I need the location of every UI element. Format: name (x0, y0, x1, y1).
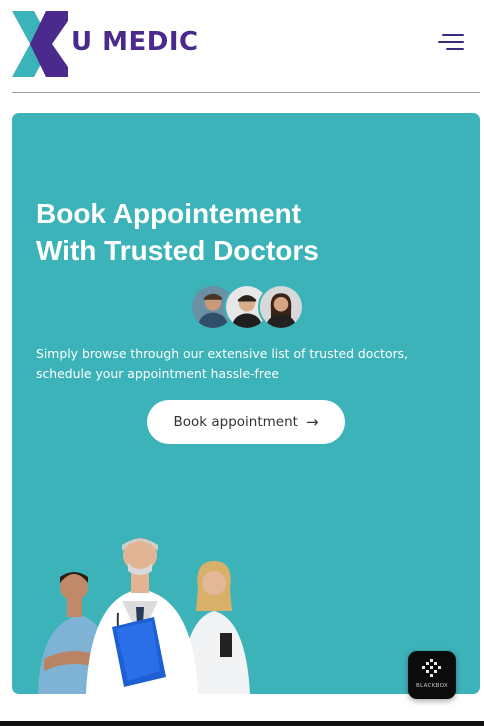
header-divider (12, 92, 480, 93)
blackbox-badge[interactable]: BLACKBOX (408, 651, 456, 699)
hero-title-line-2: With Trusted Doctors (36, 235, 319, 266)
site-header: U MEDIC (0, 0, 484, 93)
bottom-bar (0, 721, 484, 726)
hero-title-line-1: Book Appointement (36, 198, 301, 229)
doctors-illustration (34, 531, 254, 694)
umedic-logo-icon[interactable] (12, 11, 70, 77)
doctor-avatar-3 (258, 284, 304, 330)
hero-title: Book Appointement With Trusted Doctors (36, 195, 456, 269)
book-appointment-button[interactable]: Book appointment → (147, 400, 345, 444)
blackbox-logo-icon (422, 659, 441, 677)
blackbox-label: BLACKBOX (416, 683, 448, 689)
doctor-avatars (190, 284, 310, 332)
hero-section: Book Appointement With Trusted Doctors S… (12, 113, 480, 694)
arrow-right-icon: → (305, 413, 319, 431)
book-appointment-label: Book appointment (173, 414, 298, 430)
hero-description: Simply browse through our extensive list… (36, 346, 409, 381)
brand-name[interactable]: U MEDIC (71, 27, 199, 57)
hamburger-menu-icon[interactable] (436, 28, 468, 56)
